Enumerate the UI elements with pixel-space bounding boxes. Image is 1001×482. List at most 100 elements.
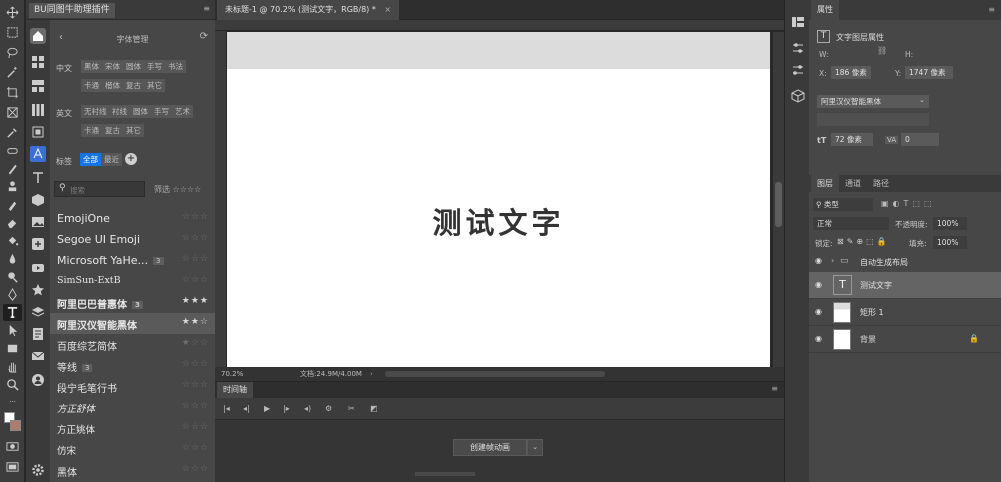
crop-tool-icon[interactable] — [3, 84, 22, 101]
document-tab[interactable]: 未标题-1 @ 70.2% (测试文字，RGB/8) * × — [217, 0, 400, 20]
columns-icon[interactable] — [30, 102, 46, 118]
zh-chip[interactable]: 卡通 — [81, 79, 102, 92]
font-rating-stars[interactable]: ☆☆☆ — [182, 380, 209, 390]
font-list-item[interactable]: 仿宋 ☆☆☆ — [50, 439, 215, 460]
font-list-item[interactable]: 方正舒体 ☆☆☆ — [50, 397, 215, 418]
image-icon[interactable] — [30, 214, 46, 230]
font-rating-stars[interactable]: ☆☆☆ — [182, 254, 209, 264]
font-list-item[interactable]: SimSun-ExtB ☆☆☆ — [50, 271, 215, 292]
font-list-item[interactable]: 方正姚体 ☆☆☆ — [50, 418, 215, 439]
font-list-item[interactable]: EmojiOne ☆☆☆ — [50, 208, 215, 229]
refresh-icon[interactable]: ⟳ — [200, 31, 208, 42]
font-rating-stars[interactable]: ★★☆ — [182, 317, 209, 327]
healing-brush-tool-icon[interactable] — [3, 142, 22, 159]
font-rating-stars[interactable]: ☆☆☆ — [182, 233, 209, 243]
visibility-eye-icon[interactable]: ◉ — [815, 256, 822, 265]
zoom-tool-icon[interactable] — [3, 376, 22, 393]
first-frame-icon[interactable]: |◂ — [223, 404, 230, 413]
font-list-item[interactable]: 黑体 ☆☆☆ — [50, 460, 215, 481]
layout-icon[interactable] — [30, 78, 46, 94]
tracking-field[interactable]: 0 — [901, 133, 939, 146]
visibility-eye-icon[interactable]: ◉ — [815, 307, 822, 316]
3d-cube-icon[interactable] — [790, 88, 806, 104]
background-color-swatch[interactable] — [10, 420, 21, 431]
en-chip[interactable]: 其它 — [123, 124, 144, 137]
link-icon[interactable]: ⛓ — [877, 46, 887, 55]
font-list-item[interactable]: 等线 3 ☆☆☆ — [50, 355, 215, 376]
font-list-item[interactable]: 阿里巴巴普惠体 3 ★★★ — [50, 292, 215, 313]
marquee-tool-icon[interactable] — [3, 24, 22, 41]
mail-icon[interactable] — [30, 348, 46, 364]
en-chip[interactable]: 衬线 — [109, 105, 130, 118]
vertical-scrollbar[interactable] — [773, 32, 784, 367]
font-rating-stars[interactable]: ☆☆☆ — [182, 401, 209, 411]
more-tools-icon[interactable]: ··· — [3, 394, 22, 411]
layer-row-text-selected[interactable]: ◉ T 测试文字 — [809, 272, 1001, 299]
rating-filter[interactable]: 筛选 ☆☆☆☆ — [154, 184, 201, 195]
layer-filter-icons[interactable]: ▣◐T⬚⬚ — [881, 199, 936, 208]
document-canvas[interactable]: 测试文字 — [227, 32, 770, 367]
split-icon[interactable]: ✂ — [348, 404, 355, 413]
zh-chip[interactable]: 书法 — [165, 60, 186, 73]
font-rating-stars[interactable]: ☆☆☆ — [182, 464, 209, 474]
layer-row-group[interactable]: ◉ › ▭ 自动生成布局 — [809, 250, 1001, 274]
font-manager-icon[interactable] — [30, 146, 46, 162]
font-list-item[interactable]: 段宁毛笔行书 ☆☆☆ — [50, 376, 215, 397]
tag-recent-button[interactable]: 最近 — [101, 153, 122, 166]
font-rating-stars[interactable]: ★★★ — [182, 296, 209, 306]
layers-stack-icon[interactable] — [30, 304, 46, 320]
layers-tab[interactable]: 图层 — [811, 175, 839, 192]
en-chip[interactable]: 圆体 — [130, 105, 151, 118]
history-icon[interactable] — [790, 14, 806, 30]
tag-all-button[interactable]: 全部 — [80, 153, 101, 166]
font-family-select[interactable]: 阿里汉仪智能黑体 — [817, 95, 929, 108]
path-selection-tool-icon[interactable] — [3, 322, 22, 339]
layer-row-shape[interactable]: ◉ 矩形 1 — [809, 299, 1001, 326]
plugin-home-icon[interactable] — [30, 28, 46, 44]
zh-chip[interactable]: 黑体 — [81, 60, 102, 73]
font-list-item-selected[interactable]: 阿里汉仪智能黑体 ★★☆ — [50, 313, 215, 334]
timeline-tab[interactable]: 时间轴 — [217, 382, 253, 398]
history-brush-tool-icon[interactable] — [3, 196, 22, 213]
screen-mode-icon[interactable] — [3, 458, 22, 475]
brush-tool-icon[interactable] — [3, 160, 22, 177]
stamp-tool-icon[interactable] — [3, 178, 22, 195]
prev-frame-icon[interactable]: ◂| — [243, 404, 250, 413]
rectangle-tool-icon[interactable] — [3, 340, 22, 357]
next-frame-icon[interactable]: |▸ — [283, 404, 290, 413]
en-chip[interactable]: 无衬线 — [81, 105, 110, 118]
panel-menu-icon[interactable]: ≡ — [203, 4, 210, 13]
text-icon[interactable] — [30, 170, 46, 186]
zh-chip[interactable]: 圆体 — [123, 60, 144, 73]
close-tab-icon[interactable]: × — [384, 5, 391, 14]
user-icon[interactable] — [30, 372, 46, 388]
channels-tab[interactable]: 通道 — [839, 175, 867, 192]
sliders-icon[interactable] — [790, 62, 806, 78]
zh-chip[interactable]: 楷体 — [102, 79, 123, 92]
chevron-down-icon[interactable]: ⌄ — [919, 96, 925, 104]
properties-tab[interactable]: 属性 — [811, 0, 839, 20]
zh-chip[interactable]: 手写 — [144, 60, 165, 73]
create-frame-animation-button[interactable]: 创建帧动画 — [453, 439, 527, 456]
audio-icon[interactable]: ◂) — [304, 404, 311, 413]
paths-tab[interactable]: 路径 — [867, 175, 895, 192]
frame-icon[interactable] — [30, 124, 46, 140]
add-tag-icon[interactable]: + — [125, 153, 137, 165]
settings-icon[interactable]: ⚙ — [325, 404, 332, 413]
zh-chip[interactable]: 其它 — [144, 79, 165, 92]
x-position-field[interactable]: 186 像素 — [831, 66, 871, 79]
fill-field[interactable]: 100% — [933, 236, 967, 249]
pen-tool-icon[interactable] — [3, 286, 22, 303]
eraser-tool-icon[interactable] — [3, 214, 22, 231]
font-style-select[interactable] — [817, 113, 929, 126]
video-icon[interactable] — [30, 260, 46, 276]
zh-chip[interactable]: 宋体 — [102, 60, 123, 73]
transition-icon[interactable]: ◩ — [370, 404, 378, 413]
en-chip[interactable]: 艺术 — [172, 105, 193, 118]
horizontal-scrollbar[interactable] — [385, 371, 605, 377]
visibility-eye-icon[interactable]: ◉ — [815, 334, 822, 343]
canvas-text-layer[interactable]: 测试文字 — [227, 200, 770, 242]
font-list-item[interactable]: Segoe UI Emoji ☆☆☆ — [50, 229, 215, 250]
en-chip[interactable]: 复古 — [102, 124, 123, 137]
lasso-tool-icon[interactable] — [3, 44, 22, 61]
